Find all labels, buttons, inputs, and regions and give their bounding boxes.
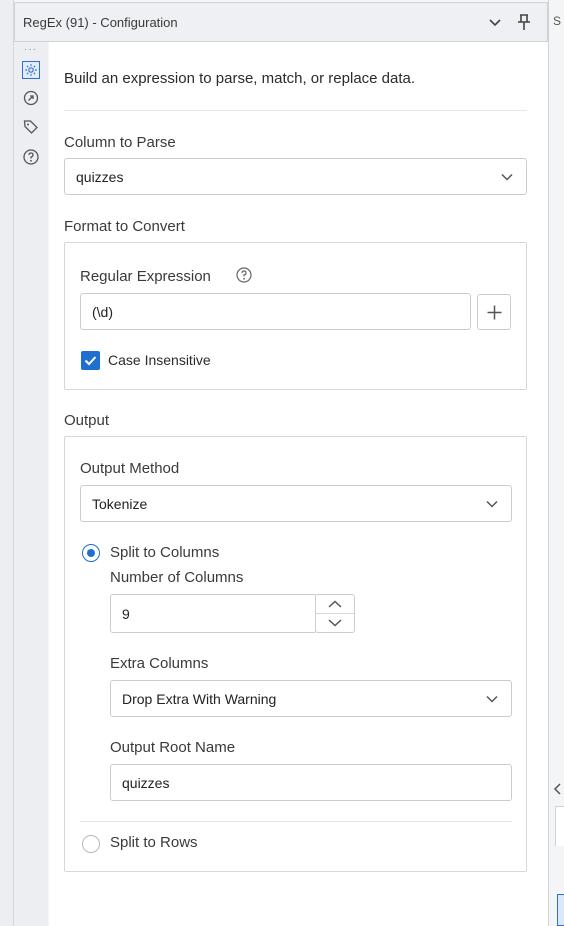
output-root-name-value: quizzes — [122, 774, 170, 791]
split-to-rows-label: Split to Rows — [110, 834, 198, 851]
chevron-up-icon[interactable] — [316, 595, 354, 614]
chevron-down-icon[interactable] — [316, 614, 354, 633]
tool-description: Build an expression to parse, match, or … — [64, 70, 416, 87]
split-to-rows-radio[interactable] — [82, 835, 100, 853]
regex-help-icon[interactable] — [235, 266, 253, 284]
regex-label: Regular Expression — [80, 268, 211, 285]
case-insensitive-checkbox[interactable] — [81, 351, 100, 370]
panel-title: RegEx (91) - Configuration — [23, 14, 178, 30]
side-icon-bar: ··· — [14, 42, 48, 926]
left-edge — [0, 0, 14, 926]
configuration-gear-icon[interactable] — [22, 61, 40, 79]
chevron-down-icon — [486, 500, 498, 508]
checkmark-icon — [84, 356, 97, 366]
format-to-convert-group: Regular Expression (\d) Case Insensitive — [64, 242, 527, 390]
extra-columns-dropdown[interactable]: Drop Extra With Warning — [110, 680, 512, 717]
collapse-chevron-icon[interactable] — [487, 15, 503, 31]
number-of-columns-value: 9 — [122, 605, 130, 622]
number-of-columns-stepper[interactable] — [315, 594, 355, 633]
chevron-down-icon — [486, 695, 498, 703]
right-edge-selection — [557, 894, 564, 926]
output-method-value: Tokenize — [92, 495, 148, 512]
number-of-columns-input[interactable]: 9 — [110, 594, 317, 633]
split-to-columns-label: Split to Columns — [110, 544, 220, 561]
column-to-parse-dropdown[interactable]: quizzes — [64, 158, 527, 195]
chevron-left-icon[interactable] — [552, 782, 562, 796]
column-to-parse-value: quizzes — [76, 168, 124, 185]
split-to-columns-radio[interactable] — [82, 544, 100, 562]
output-method-label: Output Method — [80, 460, 180, 477]
divider — [64, 110, 527, 111]
more-dots-icon[interactable]: ··· — [24, 44, 37, 55]
panel-titlebar: RegEx (91) - Configuration — [14, 2, 548, 42]
right-edge-card — [555, 806, 564, 846]
column-to-parse-label: Column to Parse — [64, 134, 176, 151]
add-expression-button[interactable] — [477, 294, 511, 330]
right-edge-panel: S — [548, 0, 564, 926]
configuration-content: Build an expression to parse, match, or … — [49, 42, 548, 926]
output-label: Output — [64, 412, 110, 429]
cursor-circle-icon[interactable] — [22, 89, 40, 107]
regex-input[interactable]: (\d) — [80, 293, 471, 330]
output-root-name-input[interactable]: quizzes — [110, 764, 512, 801]
output-method-dropdown[interactable]: Tokenize — [80, 485, 512, 522]
regex-value: (\d) — [92, 303, 113, 320]
output-root-name-label: Output Root Name — [110, 739, 236, 756]
extra-columns-value: Drop Extra With Warning — [122, 690, 277, 707]
chevron-down-icon — [501, 173, 513, 181]
case-insensitive-label: Case Insensitive — [108, 352, 211, 368]
output-group: Output Method Tokenize Split to Columns … — [64, 436, 527, 872]
extra-columns-label: Extra Columns — [110, 655, 209, 672]
configuration-panel: RegEx (91) - Configuration ··· Build an — [14, 0, 548, 926]
divider — [80, 821, 512, 822]
plus-icon — [487, 305, 502, 320]
help-icon[interactable] — [22, 148, 40, 166]
pin-icon[interactable] — [515, 13, 533, 31]
right-edge-text: S — [553, 14, 562, 28]
number-of-columns-label: Number of Columns — [110, 569, 244, 586]
tag-icon[interactable] — [22, 118, 40, 136]
format-to-convert-label: Format to Convert — [64, 218, 185, 235]
